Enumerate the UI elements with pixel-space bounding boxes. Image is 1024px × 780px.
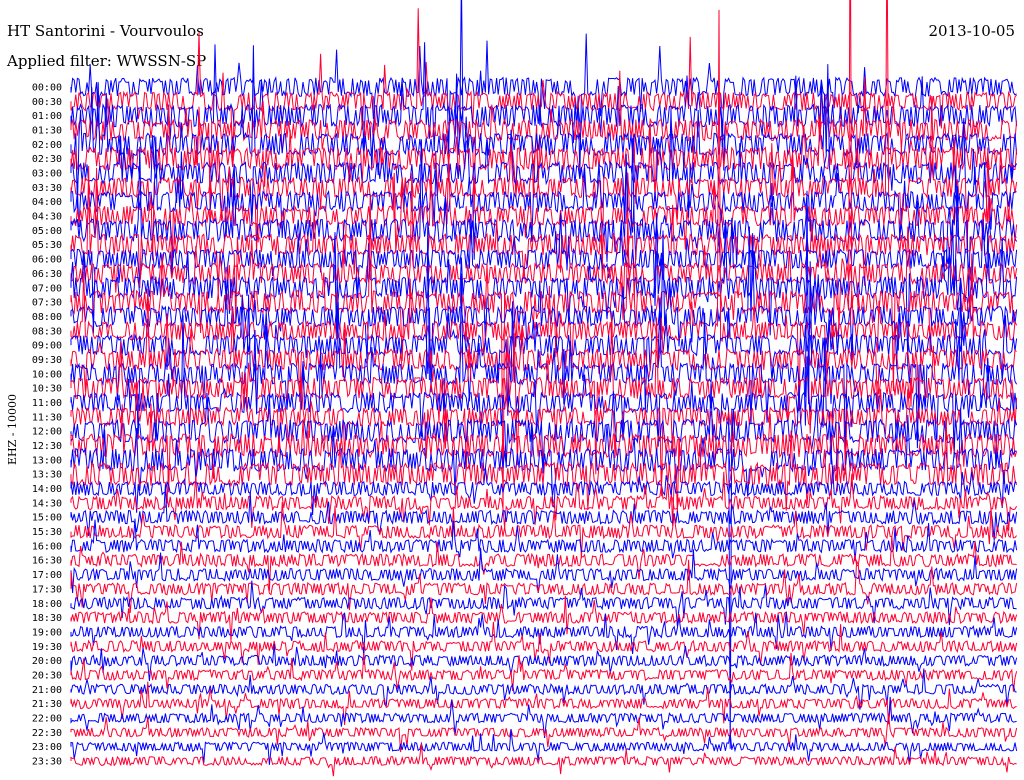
time-tick-label: 06:30 xyxy=(32,269,62,280)
time-tick-label: 05:30 xyxy=(32,240,62,251)
helicorder-chart: 00:00 00:30 01:00 01:30 02:00 02:30 03:00 03:30… xyxy=(6,0,1018,777)
time-tick-label: 20:00 xyxy=(32,656,62,667)
time-tick-label: 23:00 xyxy=(32,742,62,753)
time-tick-label: 17:30 xyxy=(32,584,62,595)
time-tick-label: 22:00 xyxy=(32,713,62,724)
time-tick-label: 13:30 xyxy=(32,470,62,481)
time-tick-label: 16:30 xyxy=(32,556,62,567)
time-tick-label: 16:00 xyxy=(32,541,62,552)
time-tick-label: 06:00 xyxy=(32,255,62,266)
seismic-trace xyxy=(70,165,1017,324)
time-tick-label: 07:30 xyxy=(32,298,62,309)
time-tick-label: 02:30 xyxy=(32,154,62,165)
time-tick-label: 14:30 xyxy=(32,498,62,509)
time-tick-label: 09:30 xyxy=(32,355,62,366)
seismic-trace xyxy=(70,518,1018,561)
time-tick-label: 20:30 xyxy=(32,670,62,681)
time-tick-label: 22:30 xyxy=(32,728,62,739)
seismic-trace xyxy=(70,417,1018,526)
time-tick-label: 19:00 xyxy=(32,627,62,638)
time-tick-label: 00:30 xyxy=(32,97,62,108)
tick-label-group: 00:00 00:30 01:00 01:30 02:00 02:30 03:00 03:30… xyxy=(32,83,62,768)
time-tick-label: 01:00 xyxy=(32,111,62,122)
time-tick-label: 09:00 xyxy=(32,341,62,352)
time-tick-label: 18:00 xyxy=(32,599,62,610)
time-tick-label: 10:00 xyxy=(32,369,62,380)
time-tick-label: 21:30 xyxy=(32,699,62,710)
time-tick-label: 05:00 xyxy=(32,226,62,237)
channel-label: EHZ - 10000 xyxy=(6,394,19,465)
time-tick-label: 03:00 xyxy=(32,169,62,180)
time-tick-label: 03:30 xyxy=(32,183,62,194)
time-tick-label: 01:30 xyxy=(32,126,62,137)
time-tick-label: 11:00 xyxy=(32,398,62,409)
seismic-trace xyxy=(70,535,1017,591)
time-tick-label: 02:00 xyxy=(32,140,62,151)
time-tick-label: 10:30 xyxy=(32,384,62,395)
time-tick-label: 23:30 xyxy=(32,757,62,768)
time-tick-label: 04:30 xyxy=(32,212,62,223)
time-tick-label: 12:30 xyxy=(32,441,62,452)
time-tick-label: 15:30 xyxy=(32,527,62,538)
time-tick-label: 04:00 xyxy=(32,197,62,208)
time-tick-label: 19:30 xyxy=(32,642,62,653)
time-tick-label: 21:00 xyxy=(32,685,62,696)
time-tick-label: 11:30 xyxy=(32,412,62,423)
seismic-trace xyxy=(70,105,1018,204)
time-tick-label: 15:00 xyxy=(32,513,62,524)
time-tick-label: 17:00 xyxy=(32,570,62,581)
time-tick-label: 13:00 xyxy=(32,455,62,466)
trace-group xyxy=(70,0,1018,777)
time-tick-label: 18:30 xyxy=(32,613,62,624)
time-tick-label: 08:30 xyxy=(32,326,62,337)
time-tick-label: 08:00 xyxy=(32,312,62,323)
time-tick-label: 12:00 xyxy=(32,427,62,438)
time-tick-label: 14:00 xyxy=(32,484,62,495)
time-tick-label: 07:00 xyxy=(32,283,62,294)
time-tick-label: 00:00 xyxy=(32,83,62,94)
